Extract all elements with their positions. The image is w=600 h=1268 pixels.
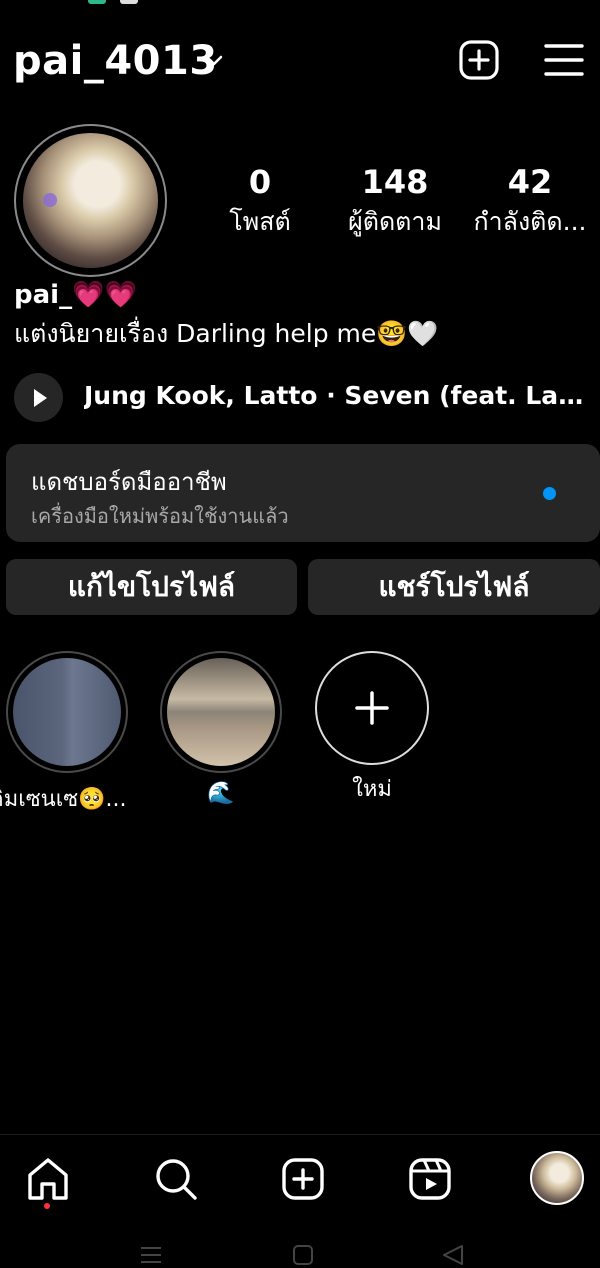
back-icon[interactable] <box>440 1244 466 1266</box>
highlight-item[interactable]: คิมเซนเซ🥺... <box>0 651 129 816</box>
profile-picture <box>23 133 158 268</box>
search-icon[interactable] <box>150 1153 202 1205</box>
play-icon[interactable] <box>14 373 63 422</box>
posts-count: 0 <box>248 163 272 201</box>
menu-icon[interactable] <box>542 40 586 80</box>
bottom-navigation <box>0 1134 600 1224</box>
status-icon-notification <box>120 0 138 4</box>
followers-label: ผู้ติดตาม <box>348 207 442 236</box>
stat-followers[interactable]: 148 ผู้ติดตาม <box>335 162 455 242</box>
new-indicator-dot <box>543 487 556 500</box>
following-count: 42 <box>507 163 553 201</box>
music-title: Jung Kook, Latto · Seven (feat. Latto... <box>84 381 584 410</box>
stat-posts[interactable]: 0 โพสต์ <box>210 162 310 242</box>
plus-icon <box>355 691 389 725</box>
home-icon[interactable] <box>22 1153 74 1205</box>
create-icon[interactable] <box>277 1153 329 1205</box>
highlight-cover <box>160 651 282 773</box>
dashboard-subtitle: เครื่องมือใหม่พร้อมใช้งานแล้ว <box>31 504 289 528</box>
system-navigation-bar <box>0 1236 600 1268</box>
status-bar <box>0 0 600 12</box>
create-post-icon[interactable] <box>457 38 501 82</box>
highlight-item[interactable]: 🌊 <box>159 651 283 806</box>
display-name: pai_💗💗 <box>14 280 137 310</box>
following-label: กำลังติด... <box>473 207 587 236</box>
new-highlight-label: ใหม่ <box>352 777 392 802</box>
edit-profile-button[interactable]: แก้ไขโปรไฟล์ <box>6 559 297 615</box>
profile-music[interactable]: Jung Kook, Latto · Seven (feat. Latto... <box>14 372 594 422</box>
recent-apps-icon[interactable] <box>138 1244 164 1266</box>
home-system-icon[interactable] <box>290 1244 316 1266</box>
followers-count: 148 <box>361 163 429 201</box>
add-highlight-circle <box>315 651 429 765</box>
status-icon-app <box>88 0 106 4</box>
chevron-down-icon[interactable] <box>202 50 226 72</box>
dashboard-title: แดชบอร์ดมืออาชีพ <box>31 468 227 496</box>
professional-dashboard-card[interactable]: แดชบอร์ดมืออาชีพ เครื่องมือใหม่พร้อมใช้ง… <box>6 444 600 542</box>
share-profile-button[interactable]: แชร์โปรไฟล์ <box>308 559 600 615</box>
username-switcher[interactable]: pai_4013 <box>13 38 218 84</box>
stat-following[interactable]: 42 กำลังติด... <box>470 162 590 242</box>
home-notification-dot <box>44 1203 50 1209</box>
reels-icon[interactable] <box>404 1153 456 1205</box>
highlight-caption: คิมเซนเซ🥺... <box>0 787 127 812</box>
highlight-caption: 🌊 <box>207 781 235 806</box>
highlight-cover <box>6 651 128 773</box>
profile-tab-avatar[interactable] <box>530 1151 584 1205</box>
profile-avatar[interactable] <box>14 124 167 277</box>
profile-header: pai_4013 <box>0 28 600 94</box>
bio-text: แต่งนิยายเรื่อง Darling help me🤓🤍 <box>14 319 439 348</box>
posts-label: โพสต์ <box>229 207 291 236</box>
new-highlight-button[interactable]: ใหม่ <box>310 651 434 806</box>
